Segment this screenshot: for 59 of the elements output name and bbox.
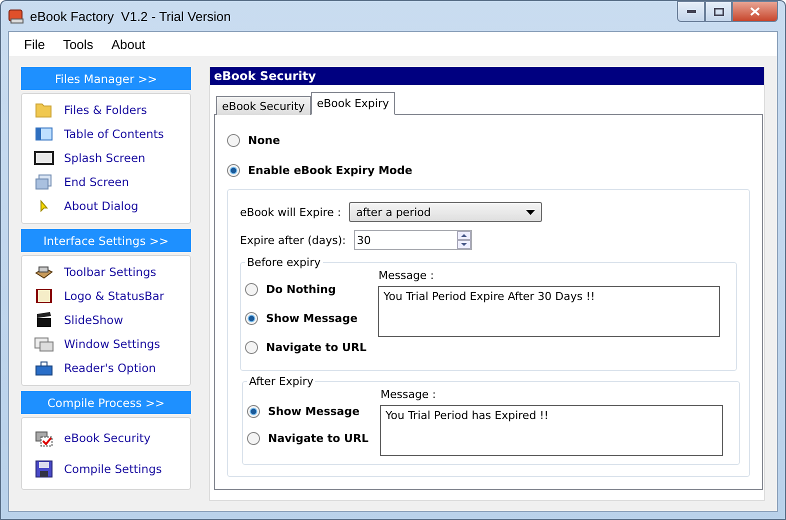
radio-button[interactable]: [245, 283, 258, 296]
message-label: Message :: [380, 388, 437, 401]
sidebar-link[interactable]: End Screen: [22, 170, 190, 194]
group-title: Before expiry: [246, 256, 322, 269]
message-field[interactable]: You Trial Period Expire After 30 Days !!: [378, 286, 720, 337]
days-spinner[interactable]: 30: [354, 230, 472, 250]
radio-button[interactable]: [247, 432, 260, 445]
panel-title: eBook Security: [210, 67, 764, 85]
app-icon: [8, 8, 24, 24]
radio-label: Enable eBook Expiry Mode: [248, 164, 412, 176]
expire-dropdown[interactable]: after a period: [349, 202, 542, 222]
radio-button[interactable]: [245, 312, 258, 325]
menu-item[interactable]: About: [104, 34, 152, 54]
sidebar-link[interactable]: Compile Settings: [22, 453, 190, 484]
sidebar-link[interactable]: eBook Security: [22, 422, 190, 453]
field-label: Expire after (days):: [240, 234, 346, 246]
sidebar-link[interactable]: Window Settings: [22, 332, 190, 356]
close-button[interactable]: [732, 1, 778, 22]
tab[interactable]: eBook Expiry: [310, 92, 395, 115]
radio-button[interactable]: [245, 341, 258, 354]
window-title: eBook Factory V1.2 - Trial Version: [30, 8, 231, 24]
spinner-arrows-icon: [456, 231, 471, 249]
radio-button[interactable]: [227, 134, 240, 146]
message-field[interactable]: You Trial Period has Expired !!: [380, 405, 723, 456]
sidebar-link[interactable]: Logo & StatusBar: [22, 284, 190, 308]
windows-icon: [34, 335, 54, 353]
radio-label: Navigate to URL: [268, 432, 368, 445]
table-icon: [34, 125, 54, 143]
group-title: After Expiry: [248, 375, 314, 388]
minimize-icon: [686, 10, 696, 13]
sidebar-link[interactable]: Splash Screen: [22, 146, 190, 170]
close-icon: [750, 7, 760, 16]
maximize-icon: [714, 8, 724, 16]
sidebar-link[interactable]: Files & Folders: [22, 98, 190, 122]
radio-label: Navigate to URL: [266, 341, 366, 354]
sidebar-link[interactable]: About Dialog: [22, 194, 190, 218]
dropdown-arrow-icon: [526, 210, 536, 214]
radio-button[interactable]: [247, 405, 260, 418]
radio-label: None: [248, 134, 280, 146]
message-label: Message :: [378, 269, 435, 282]
window-icon: [34, 149, 54, 167]
sidebar-link[interactable]: Table of Contents: [22, 122, 190, 146]
sidebar-link[interactable]: Toolbar Settings: [22, 260, 190, 284]
maximize-button[interactable]: [705, 1, 732, 22]
radio-button[interactable]: [227, 164, 240, 176]
book-icon: [34, 287, 54, 305]
field-label: eBook will Expire :: [240, 206, 342, 218]
tab[interactable]: eBook Security: [216, 96, 311, 115]
pages-icon: [34, 173, 54, 191]
radio-label: Do Nothing: [266, 283, 336, 296]
clapperboard-icon: [34, 311, 54, 329]
sidebar-link[interactable]: Reader's Option: [22, 356, 190, 380]
radio-label: Show Message: [266, 312, 358, 325]
folder-icon: [34, 101, 54, 119]
menu-item[interactable]: Tools: [56, 34, 100, 54]
sidebar-link[interactable]: SlideShow: [22, 308, 190, 332]
minimize-button[interactable]: [677, 1, 705, 22]
menu-item[interactable]: File: [17, 34, 52, 54]
radio-label: Show Message: [268, 405, 360, 418]
